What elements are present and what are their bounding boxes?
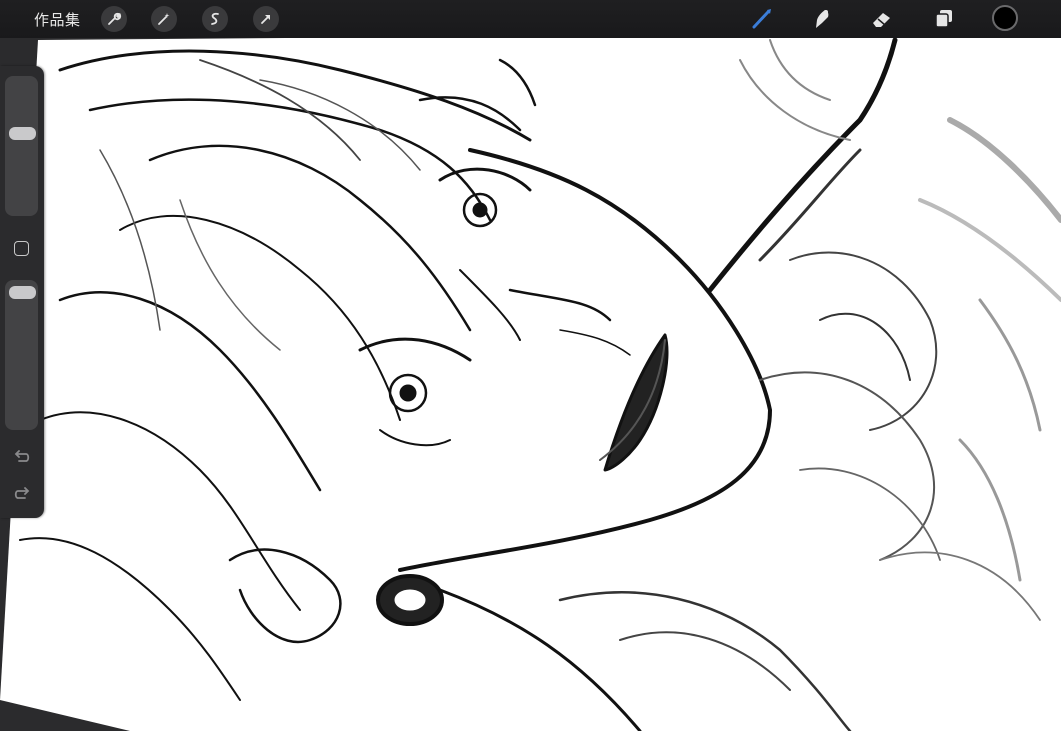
eraser-tool-button[interactable] — [868, 5, 896, 33]
eraser-icon — [873, 13, 890, 27]
undo-button[interactable] — [11, 448, 33, 466]
color-picker-button[interactable] — [992, 5, 1018, 31]
top-toolbar: 作品集 — [0, 0, 1061, 38]
brush-size-thumb[interactable] — [9, 127, 36, 140]
opacity-thumb[interactable] — [9, 286, 36, 299]
brush-icon — [752, 9, 771, 29]
actions-button[interactable] — [101, 6, 127, 32]
transform-arrow-icon — [261, 15, 270, 24]
canvas-artwork[interactable] — [0, 0, 1061, 731]
wrench-icon — [108, 12, 122, 25]
redo-icon — [14, 487, 30, 499]
smudge-icon — [816, 10, 829, 28]
brush-tool-button[interactable] — [748, 5, 776, 33]
left-sidebar — [0, 66, 44, 518]
adjustments-button[interactable] — [151, 6, 177, 32]
selection-icon — [211, 12, 219, 25]
opacity-slider[interactable] — [5, 280, 38, 430]
magic-wand-icon — [158, 13, 170, 25]
brush-size-slider[interactable] — [5, 76, 38, 216]
procreate-app: 作品集 — [0, 0, 1061, 731]
layers-icon — [935, 10, 952, 28]
smudge-tool-button[interactable] — [808, 5, 836, 33]
gallery-button[interactable]: 作品集 — [34, 9, 81, 30]
layers-button[interactable] — [930, 5, 958, 33]
undo-icon — [14, 450, 30, 462]
modify-button[interactable] — [14, 241, 29, 256]
selection-button[interactable] — [202, 6, 228, 32]
redo-button[interactable] — [11, 485, 33, 503]
drawing-canvas[interactable] — [0, 0, 1061, 731]
transform-button[interactable] — [253, 6, 279, 32]
